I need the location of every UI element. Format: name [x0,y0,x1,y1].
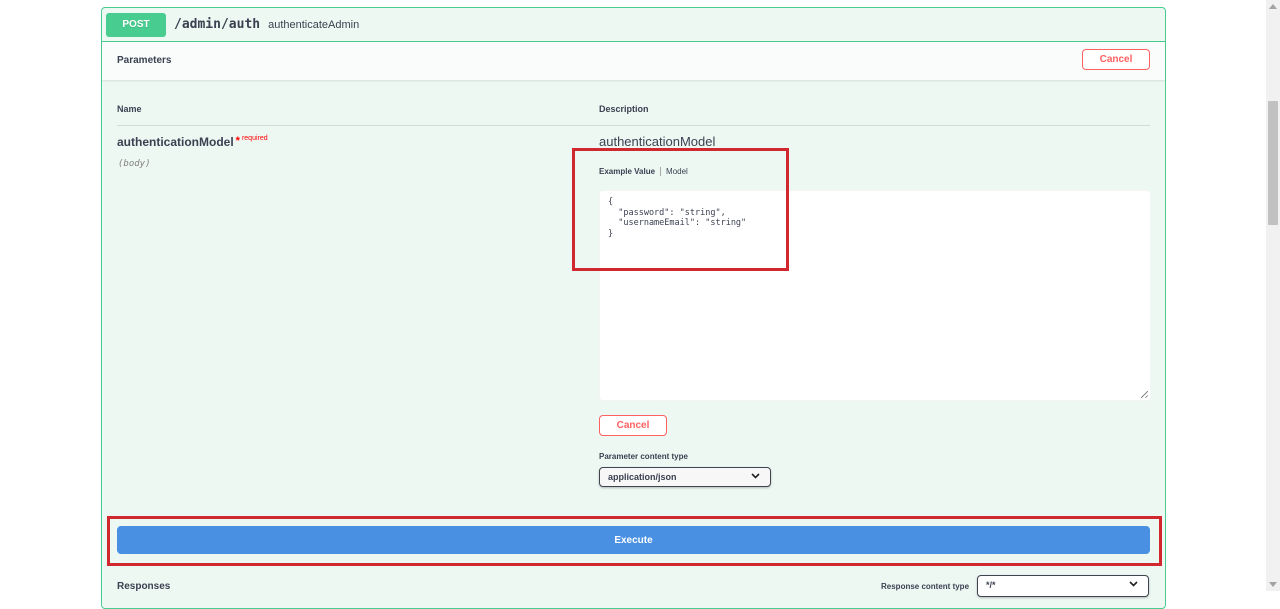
column-header-name: Name [117,104,142,114]
chevron-down-icon [751,472,760,482]
header-divider [117,125,1150,126]
operation-summary[interactable]: POST /admin/auth authenticateAdmin [102,8,1165,42]
highlight-example-value-box [572,148,789,271]
parameter-content-type-label: Parameter content type [599,452,688,461]
parameter-content-type-select[interactable]: application/json [599,467,771,487]
method-badge: POST [106,12,166,37]
parameter-content-type-value: application/json [608,472,677,482]
response-content-type-value: */* [986,580,996,590]
parameter-location: (body) [118,159,151,169]
parameter-description: authenticationModel [599,134,716,149]
operation-summary-text: authenticateAdmin [268,18,360,31]
cancel-try-out-button[interactable]: Cancel [1082,49,1150,70]
scroll-up-icon[interactable] [1269,4,1277,9]
resize-handle[interactable] [1141,391,1148,398]
cancel-edit-button[interactable]: Cancel [599,415,667,436]
chevron-down-icon [1129,580,1138,590]
parameter-name: authenticationModel * required [117,135,268,149]
page-scrollbar[interactable] [1266,0,1280,591]
parameters-title: Parameters [117,55,172,66]
response-content-type-label: Response content type [881,582,970,591]
parameters-header: Parameters Cancel [102,42,1165,80]
responses-title: Responses [117,581,171,592]
required-star: * [235,135,240,147]
scroll-down-icon[interactable] [1269,582,1277,587]
scrollbar-thumb[interactable] [1268,101,1278,225]
required-label: required [241,135,268,142]
parameter-name-text: authenticationModel [117,135,234,149]
response-content-type-select[interactable]: */* [977,575,1149,597]
operation-path: /admin/auth [174,17,261,32]
highlight-execute-box [107,516,1162,566]
column-header-description: Description [599,104,649,114]
